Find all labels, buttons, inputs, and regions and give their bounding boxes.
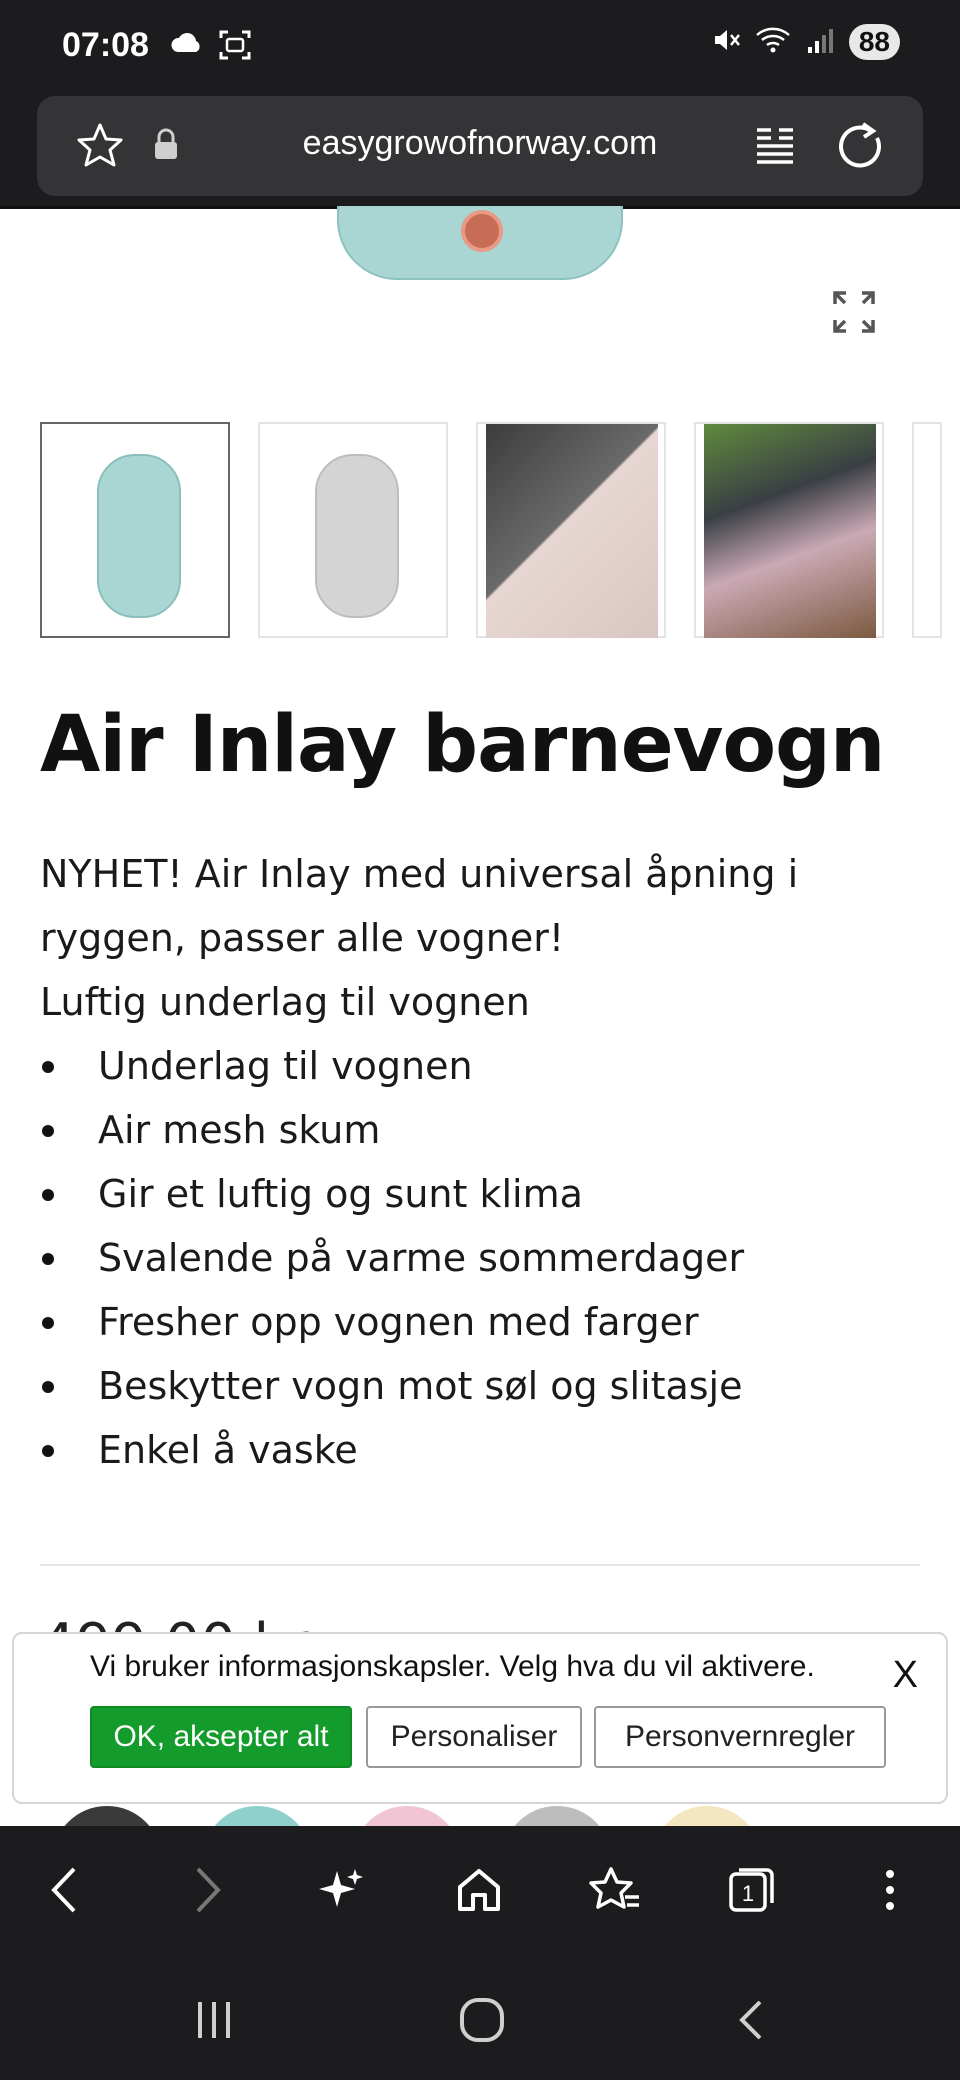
tabs-icon[interactable]: 1 xyxy=(721,1860,781,1920)
cookie-banner: Vi bruker informasjonskapsler. Velg hva … xyxy=(12,1632,948,1804)
intro-line-2: Luftig underlag til vognen xyxy=(40,980,530,1024)
feature-item: Beskytter vogn mot søl og slitasje xyxy=(40,1354,744,1418)
mute-icon xyxy=(711,25,741,59)
recent-apps-icon[interactable] xyxy=(184,1990,244,2050)
feature-item: Air mesh skum xyxy=(40,1098,744,1162)
color-swatch[interactable] xyxy=(52,1806,162,1826)
privacy-policy-button[interactable]: Personvernregler xyxy=(594,1706,886,1768)
personalize-button[interactable]: Personaliser xyxy=(366,1706,582,1768)
screenshot-icon xyxy=(218,28,252,66)
thumbnail-grey-inlay[interactable] xyxy=(258,422,448,638)
thumbnail-child-in-stroller[interactable] xyxy=(694,422,884,638)
thumbnail-strip xyxy=(40,422,960,640)
more-menu-icon[interactable] xyxy=(860,1860,920,1920)
signal-icon xyxy=(805,25,835,59)
status-bar: 07:08 88 xyxy=(0,0,960,96)
product-intro: NYHET! Air Inlay med universal åpning i … xyxy=(40,842,900,1034)
reload-icon[interactable] xyxy=(833,118,889,178)
url-bar[interactable]: easygrowofnorway.com xyxy=(37,96,923,196)
accept-all-button[interactable]: OK, aksepter alt xyxy=(90,1706,352,1768)
product-main-image[interactable] xyxy=(0,206,960,406)
bookmarks-icon[interactable] xyxy=(585,1860,645,1920)
home-nav-icon[interactable] xyxy=(452,1990,512,2050)
cookie-close-button[interactable]: X xyxy=(893,1654,918,1697)
ai-sparkle-icon[interactable] xyxy=(312,1860,372,1920)
feature-list: Underlag til vognen Air mesh skum Gir et… xyxy=(40,1034,744,1482)
wifi-icon xyxy=(755,25,791,59)
color-swatches xyxy=(0,1806,960,1826)
color-swatch[interactable] xyxy=(352,1806,462,1826)
expand-icon[interactable] xyxy=(832,290,876,338)
back-icon[interactable] xyxy=(36,1860,96,1920)
thumbnail-blue-inlay[interactable] xyxy=(40,422,230,638)
browser-address-area: easygrowofnorway.com xyxy=(0,96,960,209)
feature-item: Svalende på varme sommerdager xyxy=(40,1226,744,1290)
feature-item: Underlag til vognen xyxy=(40,1034,744,1098)
color-swatch[interactable] xyxy=(652,1806,762,1826)
browser-bottom-toolbar: 1 xyxy=(0,1826,960,1950)
cloud-icon xyxy=(170,28,204,66)
color-swatch[interactable] xyxy=(202,1806,312,1826)
section-divider xyxy=(40,1564,920,1566)
back-nav-icon[interactable] xyxy=(722,1990,782,2050)
status-time: 07:08 xyxy=(62,26,149,64)
thumbnail-next-partial[interactable] xyxy=(912,422,942,638)
system-navigation-bar xyxy=(0,1950,960,2080)
battery-level: 88 xyxy=(848,24,900,60)
forward-icon[interactable] xyxy=(176,1860,236,1920)
feature-item: Enkel å vaske xyxy=(40,1418,744,1482)
color-swatch[interactable] xyxy=(502,1806,612,1826)
home-icon[interactable] xyxy=(449,1860,509,1920)
intro-line-1: NYHET! Air Inlay med universal åpning i … xyxy=(40,852,799,960)
feature-item: Gir et luftig og sunt klima xyxy=(40,1162,744,1226)
product-title: Air Inlay barnevogn xyxy=(40,700,885,790)
reader-mode-icon[interactable] xyxy=(753,124,797,172)
thumbnail-pink-inlay-stroller[interactable] xyxy=(476,422,666,638)
feature-item: Fresher opp vognen med farger xyxy=(40,1290,744,1354)
cookie-message: Vi bruker informasjonskapsler. Velg hva … xyxy=(90,1650,815,1683)
tab-count: 1 xyxy=(742,1881,754,1906)
product-image-button-detail xyxy=(461,210,503,252)
